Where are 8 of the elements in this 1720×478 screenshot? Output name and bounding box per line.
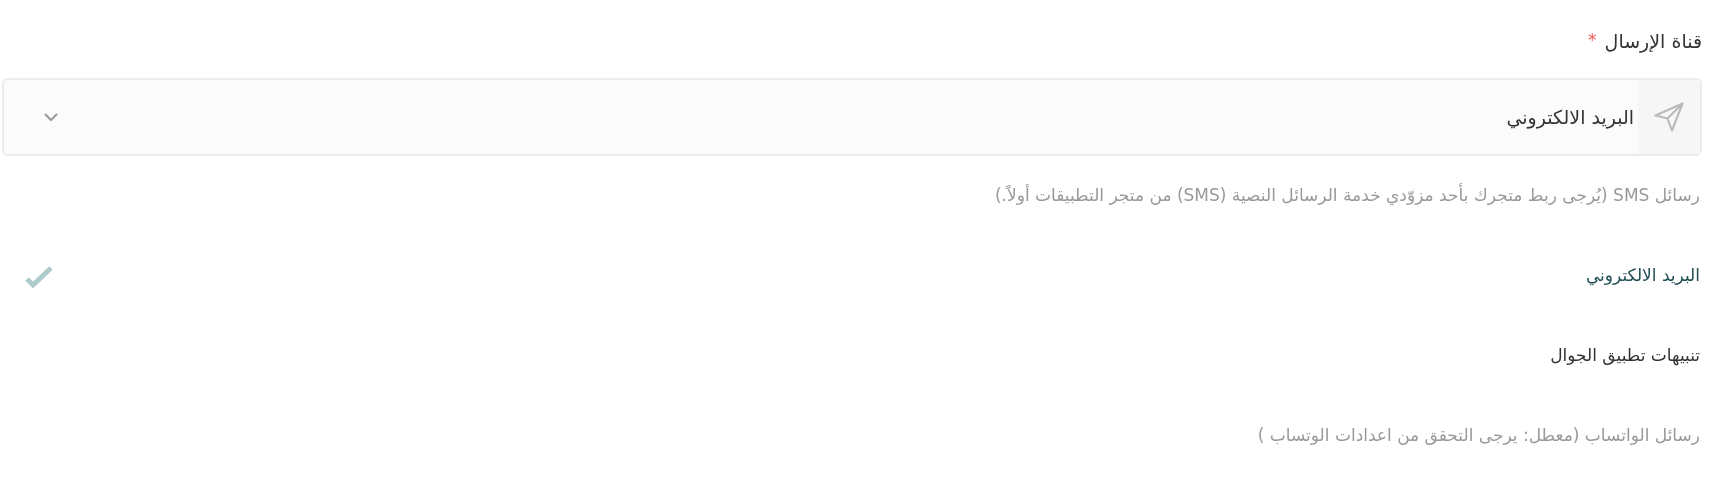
channel-select[interactable]: البريد الالكتروني xyxy=(2,78,1702,156)
channel-option[interactable]: تنبيهات تطبيق الجوال xyxy=(2,316,1700,396)
selected-value: البريد الالكتروني xyxy=(1505,104,1635,131)
chevron-down-icon xyxy=(42,111,60,123)
required-mark: * xyxy=(1588,29,1597,53)
field-label: قناة الإرسال xyxy=(1604,28,1702,55)
channel-option[interactable]: البريد الالكتروني xyxy=(2,236,1700,316)
check-icon xyxy=(24,264,54,288)
